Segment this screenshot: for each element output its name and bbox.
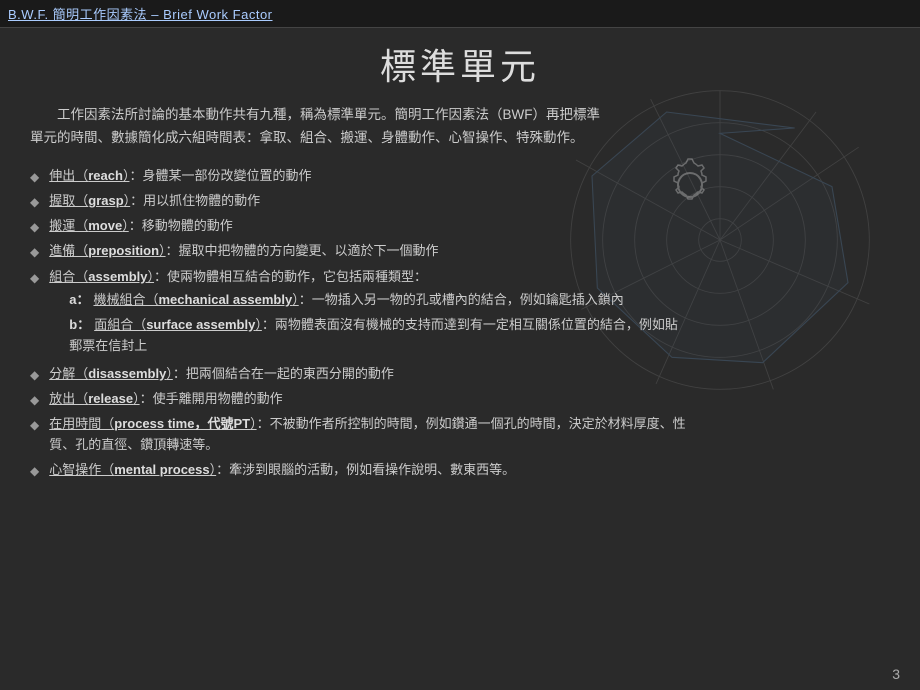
bullet-content: 分解（disassembly）：把兩個結合在一起的東西分開的動作 xyxy=(49,364,689,385)
term-move: 搬運（move） xyxy=(49,218,129,233)
bullet-diamond: ◆ xyxy=(30,416,39,435)
bullet-list: ◆ 伸出（reach）：身體某一部份改變位置的動作 ◆ 握取（grasp）：用以… xyxy=(30,166,890,481)
term-mental-process: 心智操作（mental process） xyxy=(49,462,216,477)
term-surface-assembly: 面組合（surface assembly） xyxy=(94,317,262,332)
bullet-diamond: ◆ xyxy=(30,269,39,288)
bullet-diamond: ◆ xyxy=(30,366,39,385)
bullet-diamond: ◆ xyxy=(30,168,39,187)
intro-text: 工作因素法所討論的基本動作共有九種，稱為標準單元。簡明工作因素法（BWF）再把標… xyxy=(30,104,610,150)
bullet-content: 握取（grasp）：用以抓住物體的動作 xyxy=(49,191,689,212)
list-item: ◆ 心智操作（mental process）：牽涉到眼腦的活動，例如看操作說明、… xyxy=(30,460,890,481)
bullet-content: 在用時間（process time，代號PT）：不被動作者所控制的時間，例如鑽通… xyxy=(49,414,689,456)
bullet-content: 進備（preposition）：握取中把物體的方向變更、以適於下一個動作 xyxy=(49,241,689,262)
list-item-assembly: ◆ 組合（assembly）：使兩物體相互結合的動作，它包括兩種類型： a：機械… xyxy=(30,267,890,360)
sub-items: a：機械組合（mechanical assembly）：一物插入另一物的孔或槽內… xyxy=(69,289,689,356)
bullet-content: 放出（release）：使手離開用物體的動作 xyxy=(49,389,689,410)
bullet-diamond: ◆ xyxy=(30,218,39,237)
term-preposition: 進備（preposition） xyxy=(49,243,165,258)
bullet-diamond: ◆ xyxy=(30,193,39,212)
bullet-diamond: ◆ xyxy=(30,391,39,410)
page-number: 3 xyxy=(892,666,900,682)
page-title: 標準單元 xyxy=(30,38,890,90)
bullet-content: 心智操作（mental process）：牽涉到眼腦的活動，例如看操作說明、數東… xyxy=(49,460,689,481)
bullet-diamond: ◆ xyxy=(30,243,39,262)
list-item: ◆ 放出（release）：使手離開用物體的動作 xyxy=(30,389,890,410)
nav-title: B.W.F. 簡明工作因素法 – Brief Work Factor xyxy=(8,4,273,23)
term-assembly: 組合（assembly） xyxy=(49,269,154,284)
term-grasp: 握取（grasp） xyxy=(49,193,130,208)
list-item: ◆ 進備（preposition）：握取中把物體的方向變更、以適於下一個動作 xyxy=(30,241,890,262)
term-process-time: 在用時間（process time，代號PT） xyxy=(49,416,256,431)
list-item: ◆ 分解（disassembly）：把兩個結合在一起的東西分開的動作 xyxy=(30,364,890,385)
sub-label-a: a： xyxy=(69,292,89,307)
bullet-content: 伸出（reach）：身體某一部份改變位置的動作 xyxy=(49,166,689,187)
nav-bar: B.W.F. 簡明工作因素法 – Brief Work Factor xyxy=(0,0,920,28)
list-item: ◆ 握取（grasp）：用以抓住物體的動作 xyxy=(30,191,890,212)
sub-item-a: a：機械組合（mechanical assembly）：一物插入另一物的孔或槽內… xyxy=(69,289,689,310)
list-item: ◆ 在用時間（process time，代號PT）：不被動作者所控制的時間，例如… xyxy=(30,414,890,456)
term-mechanical-assembly: 機械組合（mechanical assembly） xyxy=(93,292,298,307)
bullet-content-assembly: 組合（assembly）：使兩物體相互結合的動作，它包括兩種類型： a：機械組合… xyxy=(49,267,689,360)
bullet-content: 搬運（move）：移動物體的動作 xyxy=(49,216,689,237)
term-release: 放出（release） xyxy=(49,391,139,406)
sub-item-b: b：面組合（surface assembly）：兩物體表面沒有機械的支持而達到有… xyxy=(69,314,689,357)
bullet-diamond: ◆ xyxy=(30,462,39,481)
list-item: ◆ 搬運（move）：移動物體的動作 xyxy=(30,216,890,237)
term-disassembly: 分解（disassembly） xyxy=(49,366,173,381)
term-reach: 伸出（reach） xyxy=(49,168,129,183)
list-item: ◆ 伸出（reach）：身體某一部份改變位置的動作 xyxy=(30,166,890,187)
sub-label-b: b： xyxy=(69,317,90,332)
main-content: 標準單元 工作因素法所討論的基本動作共有九種，稱為標準單元。簡明工作因素法（BW… xyxy=(0,28,920,690)
